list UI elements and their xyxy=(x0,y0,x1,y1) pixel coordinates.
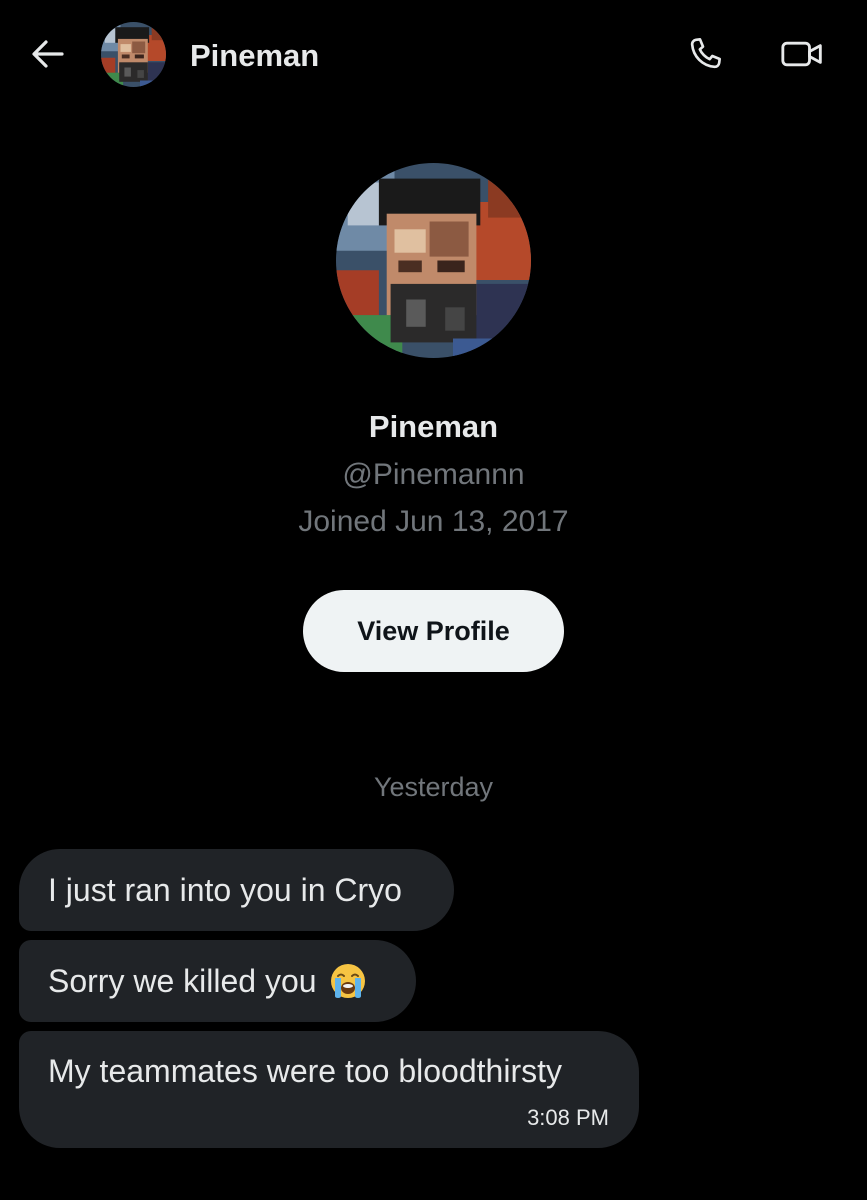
message-text: I just ran into you in Cryo xyxy=(48,872,402,908)
profile-display-name: Pineman xyxy=(368,409,499,444)
message-bubble[interactable]: Sorry we killed you xyxy=(19,940,416,1022)
video-call-button[interactable] xyxy=(776,34,828,78)
message-text: My teammates were too bloodthirsty xyxy=(48,1053,562,1089)
message-text: Sorry we killed you xyxy=(48,963,317,999)
back-button[interactable] xyxy=(28,36,68,76)
call-button[interactable] xyxy=(683,34,727,78)
profile-handle: @Pinemannn xyxy=(342,458,525,491)
date-separator: Yesterday xyxy=(373,772,494,802)
message-bubble[interactable]: My teammates were too bloodthirsty 3:08 … xyxy=(19,1031,639,1148)
view-profile-button[interactable]: View Profile xyxy=(303,590,564,672)
video-camera-icon xyxy=(778,34,826,79)
message-bubble[interactable]: I just ran into you in Cryo xyxy=(19,849,454,931)
profile-joined-date: Joined Jun 13, 2017 xyxy=(298,505,569,538)
header-avatar[interactable] xyxy=(101,22,166,87)
phone-icon xyxy=(685,34,725,79)
arrow-left-icon xyxy=(30,36,66,77)
profile-avatar[interactable] xyxy=(336,163,531,358)
loudly-crying-face-emoji-icon xyxy=(329,962,367,1000)
header-contact-name[interactable]: Pineman xyxy=(190,36,319,76)
conversation-header: Pineman xyxy=(0,0,867,110)
message-timestamp: 3:08 PM xyxy=(527,1105,609,1130)
